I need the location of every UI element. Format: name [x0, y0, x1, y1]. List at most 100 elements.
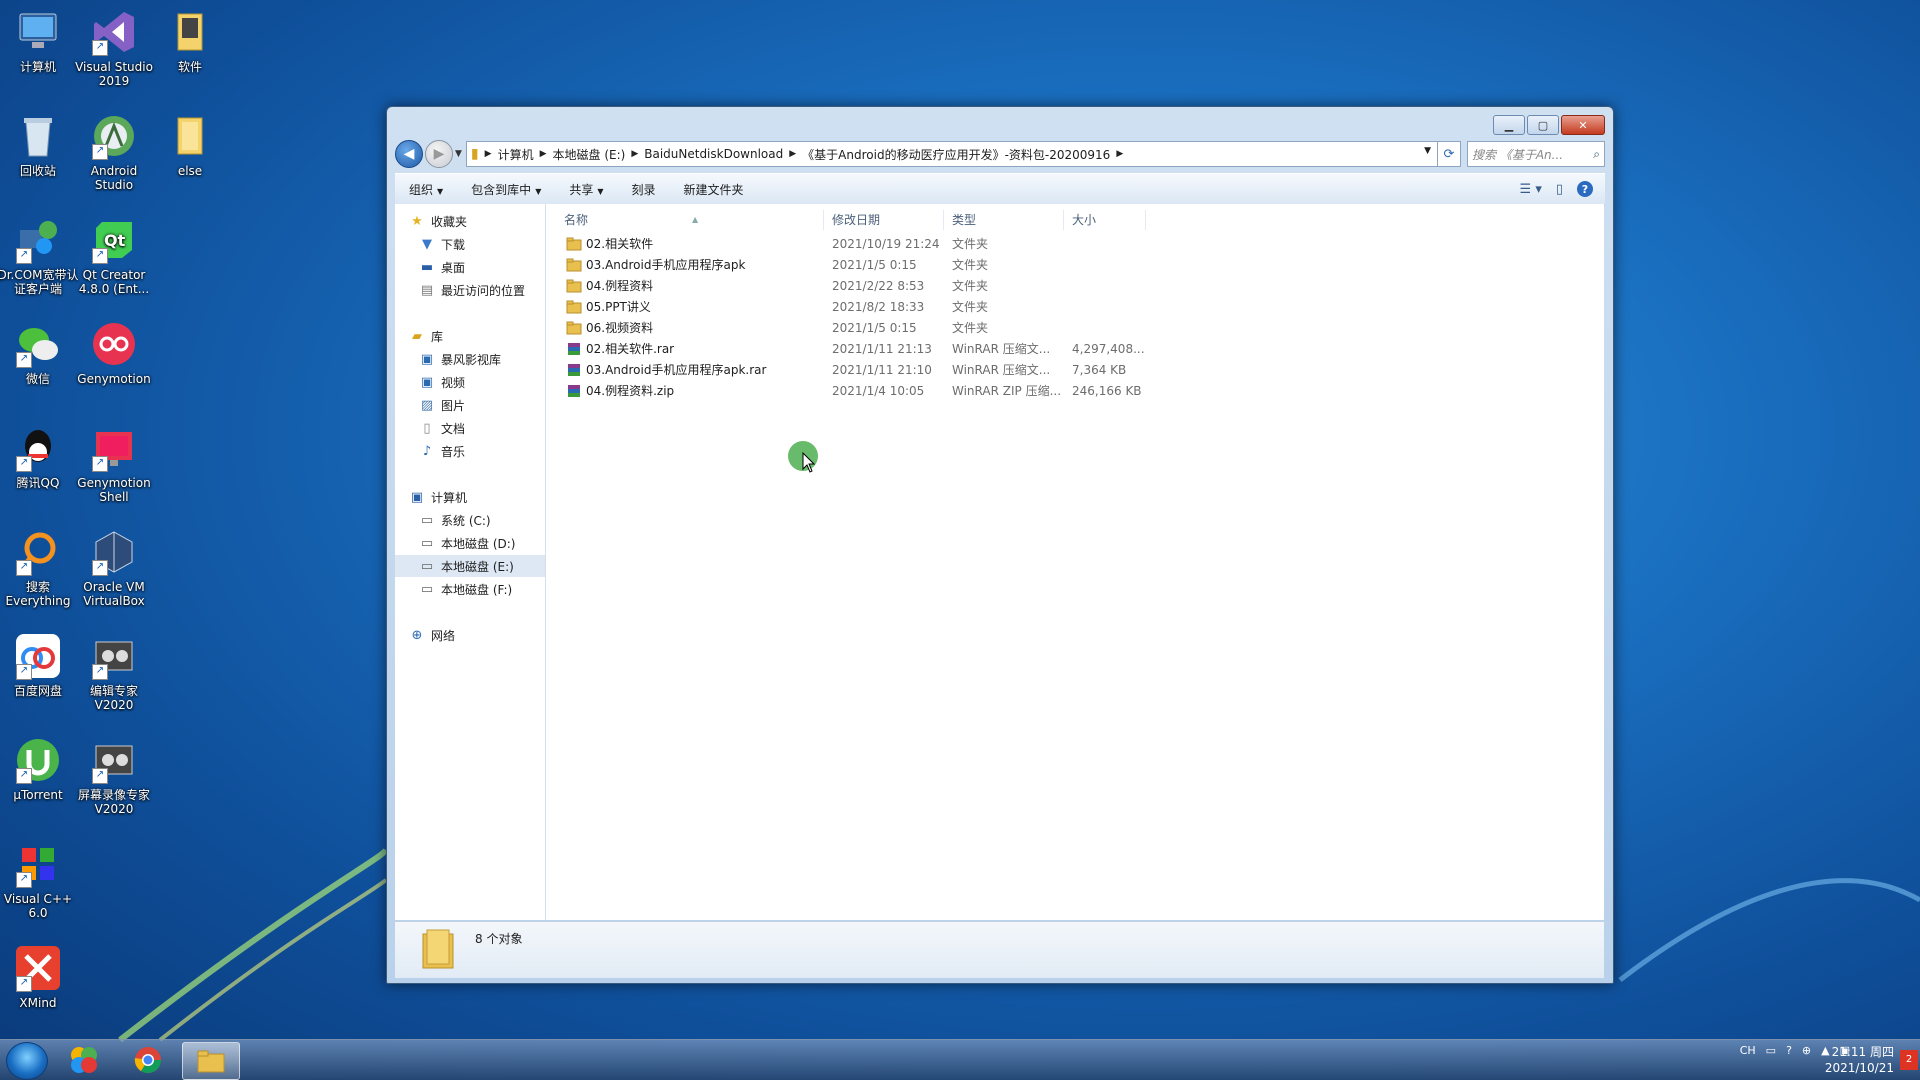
column-header-type[interactable]: 类型	[944, 210, 1064, 230]
desktop-icon-virtualbox[interactable]: ↗ Oracle VM VirtualBox	[72, 528, 156, 608]
network-icon: ⊕	[411, 627, 423, 643]
help-tray-icon[interactable]: ?	[1786, 1044, 1792, 1057]
help-icon[interactable]: ?	[1577, 181, 1593, 197]
chevron-right-icon[interactable]: ▶	[631, 149, 638, 159]
hard-drive-icon: ▭	[420, 535, 434, 551]
table-row[interactable]: 02.相关软件.rar 2021/1/11 21:13 WinRAR 压缩文... 4…	[546, 339, 1146, 360]
search-input[interactable]: 搜索 《基于An... ⌕	[1467, 141, 1605, 167]
table-row[interactable]: 06.视频资料 2021/1/5 0:15 文件夹	[546, 318, 1146, 339]
pictures-icon: ▨	[420, 397, 434, 413]
include-in-library-button[interactable]: 包含到库中 ▼	[457, 181, 555, 198]
nav-storm-library[interactable]: ▣ 暴风影视库	[419, 348, 501, 370]
desktop-icon-qt-creator[interactable]: Qt ↗ Qt Creator 4.8.0 (Ent...	[72, 216, 156, 296]
desktop-icon-screen-recorder[interactable]: ↗ 屏幕录像专家V2020	[72, 736, 156, 816]
table-row[interactable]: 04.例程资料.zip 2021/1/4 10:05 WinRAR ZIP 压缩..…	[546, 381, 1146, 402]
desktop-icon-else-folder[interactable]: else	[148, 112, 232, 178]
desktop-icon-everything[interactable]: ↗ 搜索 Everything	[0, 528, 80, 608]
address-dropdown-chevron-icon[interactable]: ▼	[1424, 146, 1431, 156]
chevron-right-icon[interactable]: ▶	[789, 149, 796, 159]
nav-favorites[interactable]: ★ 收藏夹	[409, 210, 467, 232]
keyboard-icon[interactable]: ▭	[1766, 1044, 1776, 1057]
nav-pictures[interactable]: ▨ 图片	[419, 394, 465, 416]
table-row[interactable]: 05.PPT讲义 2021/8/2 18:33 文件夹	[546, 297, 1146, 318]
network-tray-icon[interactable]: ⊕	[1802, 1044, 1811, 1057]
clock[interactable]: 21:11 周四 2021/10/21	[1825, 1044, 1894, 1076]
desktop-icon-software-folder[interactable]: 软件	[148, 8, 232, 74]
nav-drive-c[interactable]: ▭ 系统 (C:)	[419, 509, 491, 531]
nav-drive-d[interactable]: ▭ 本地磁盘 (D:)	[419, 532, 516, 554]
input-language[interactable]: CH	[1740, 1044, 1756, 1057]
organize-button[interactable]: 组织 ▼	[395, 181, 457, 198]
nav-libraries[interactable]: ▰ 库	[409, 325, 443, 347]
taskbar-app-explorer[interactable]	[182, 1042, 240, 1080]
desktop-icon-visual-cpp[interactable]: ↗ Visual C++ 6.0	[0, 840, 80, 920]
desktop-icon-computer[interactable]: 计算机	[0, 8, 80, 74]
breadcrumb-current-folder[interactable]: 《基于Android的移动医疗应用开发》-资料包-20200916	[802, 146, 1110, 163]
address-bar[interactable]: ▮ ▶ 计算机 ▶ 本地磁盘 (E:) ▶ BaiduNetdiskDownlo…	[465, 141, 1438, 167]
table-row[interactable]: 04.例程资料 2021/2/22 8:53 文件夹	[546, 276, 1146, 297]
desktop-icon-edit-expert[interactable]: ↗ 编辑专家V2020	[72, 632, 156, 712]
chevron-right-icon[interactable]: ▶	[1116, 149, 1123, 159]
nav-videos[interactable]: ▣ 视频	[419, 371, 465, 393]
breadcrumb-computer[interactable]: 计算机	[498, 146, 534, 163]
table-row[interactable]: 02.相关软件 2021/10/19 21:24 文件夹	[546, 234, 1146, 255]
minimize-button[interactable]: ▁	[1493, 115, 1525, 135]
computer-icon: ▣	[410, 489, 424, 505]
desktop-icon-qq[interactable]: ↗ 腾讯QQ	[0, 424, 80, 490]
table-row[interactable]: 03.Android手机应用程序apk 2021/1/5 0:15 文件夹	[546, 255, 1146, 276]
column-header-name[interactable]: 名称 ▲	[556, 210, 824, 230]
table-row[interactable]: 03.Android手机应用程序apk.rar 2021/1/11 21:10 Wi…	[546, 360, 1146, 381]
desktop-icon-baidu-netdisk[interactable]: ↗ 百度网盘	[0, 632, 80, 698]
file-type: 文件夹	[952, 321, 989, 335]
nav-downloads[interactable]: ▼ 下载	[419, 233, 465, 255]
desktop-icon-recycle-bin[interactable]: 回收站	[0, 112, 80, 178]
desktop-icon-utorrent[interactable]: ↗ µTorrent	[0, 736, 80, 802]
desktop-icon-label: 搜索 Everything	[5, 580, 71, 608]
desktop-icon-drcom[interactable]: ↗ Dr.COM宽带认证客户端	[0, 216, 80, 296]
desktop-icon-android-studio[interactable]: ↗ Android Studio	[72, 112, 156, 192]
nav-computer[interactable]: ▣ 计算机	[409, 486, 467, 508]
maximize-button[interactable]: ▢	[1527, 115, 1559, 135]
desktop-icon-genymotion-shell[interactable]: ↗ Genymotion Shell	[72, 424, 156, 504]
video-icon: ▣	[420, 374, 434, 390]
new-folder-button[interactable]: 新建文件夹	[670, 181, 758, 198]
explorer-window: ▁ ▢ ✕ ◀ ▶ ▼ ▮ ▶ 计算机 ▶ 本地磁盘 (E:) ▶ BaiduN…	[386, 106, 1614, 984]
share-button[interactable]: 共享 ▼	[555, 181, 617, 198]
desktop-icon-label: 屏幕录像专家V2020	[77, 788, 150, 816]
start-button[interactable]	[6, 1042, 48, 1080]
nav-drive-e[interactable]: ▭ 本地磁盘 (E:)	[395, 555, 545, 577]
recent-pages-chevron-icon[interactable]: ▼	[455, 149, 462, 159]
desktop-icon-label: 腾讯QQ	[16, 476, 60, 490]
desktop-icon-genymotion[interactable]: Genymotion	[72, 320, 156, 386]
nav-music[interactable]: ♪ 音乐	[419, 440, 465, 462]
chevron-right-icon[interactable]: ▶	[540, 149, 547, 159]
column-header-size[interactable]: 大小	[1064, 210, 1146, 230]
breadcrumb-baidunetdiskdownload[interactable]: BaiduNetdiskDownload	[644, 147, 783, 161]
folder-icon	[566, 237, 582, 251]
view-options-icon[interactable]: ☰ ▾	[1520, 182, 1542, 197]
notification-badge[interactable]: 2	[1900, 1050, 1918, 1070]
refresh-icon[interactable]: ⟳	[1438, 141, 1461, 167]
file-name: 06.视频资料	[586, 321, 654, 335]
preview-pane-icon[interactable]: ▯	[1556, 182, 1563, 197]
breadcrumb-drive-e[interactable]: 本地磁盘 (E:)	[553, 146, 626, 163]
nav-recent-places[interactable]: ▤ 最近访问的位置	[419, 279, 525, 301]
forward-button[interactable]: ▶	[425, 140, 453, 168]
desktop-icon-xmind[interactable]: ↗ XMind	[0, 944, 80, 1010]
search-icon[interactable]: ⌕	[1593, 147, 1600, 162]
taskbar-app-launcher[interactable]	[56, 1042, 112, 1078]
nav-documents[interactable]: ▯ 文档	[419, 417, 465, 439]
taskbar-app-chrome[interactable]	[120, 1042, 176, 1078]
nav-drive-f[interactable]: ▭ 本地磁盘 (F:)	[419, 578, 512, 600]
file-type: WinRAR 压缩文...	[952, 342, 1051, 356]
close-button[interactable]: ✕	[1561, 115, 1605, 135]
burn-button[interactable]: 刻录	[618, 181, 670, 198]
desktop-icon-wechat[interactable]: ↗ 微信	[0, 320, 80, 386]
file-name: 05.PPT讲义	[586, 300, 651, 314]
nav-desktop[interactable]: ▬ 桌面	[419, 256, 465, 278]
back-button[interactable]: ◀	[395, 140, 423, 168]
nav-network[interactable]: ⊕ 网络	[409, 624, 455, 646]
desktop-icon-visual-studio[interactable]: ↗ Visual Studio 2019	[72, 8, 156, 88]
column-header-date[interactable]: 修改日期	[824, 210, 944, 230]
system-drive-icon: ▭	[420, 512, 434, 528]
